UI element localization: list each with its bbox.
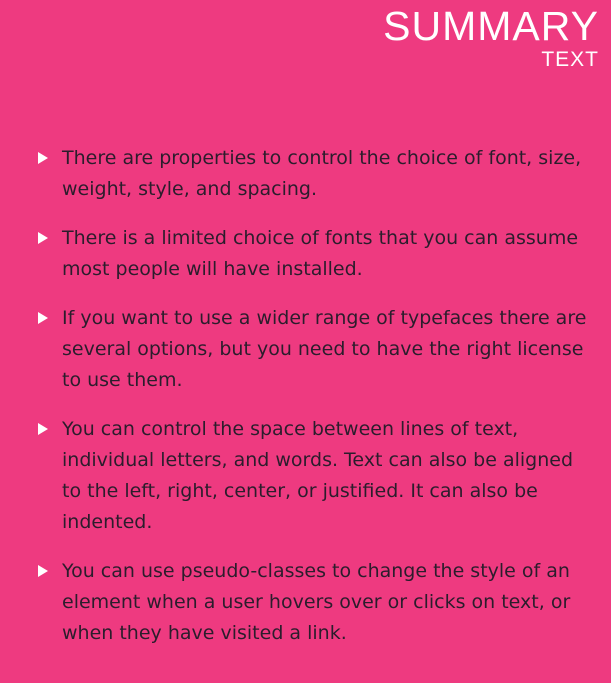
triangle-right-icon xyxy=(38,423,48,435)
list-item-text-line: If you want to use a wider range of type… xyxy=(62,307,587,329)
list-item: There is a limited choice of fonts that … xyxy=(0,223,611,285)
list-item-text-line: indented. xyxy=(62,511,153,533)
triangle-right-icon xyxy=(38,232,48,244)
list-item-text-line: most people will have installed. xyxy=(62,258,363,280)
list-item: You can control the space between lines … xyxy=(0,414,611,538)
triangle-right-icon xyxy=(38,312,48,324)
list-item: If you want to use a wider range of type… xyxy=(0,303,611,396)
list-item-text-line: to use them. xyxy=(62,369,183,391)
list-item-text-line: weight, style, and spacing. xyxy=(62,178,318,200)
list-item-text-line: There are properties to control the choi… xyxy=(62,147,582,169)
triangle-right-icon xyxy=(38,152,48,164)
list-item-text-line: There is a limited choice of fonts that … xyxy=(62,227,579,249)
list-item-text-line: individual letters, and words. Text can … xyxy=(62,449,574,471)
list-item: You can use pseudo-classes to change the… xyxy=(0,556,611,649)
list-item-text-line: several options, but you need to have th… xyxy=(62,338,584,360)
header: SUMMARY TEXT xyxy=(383,4,599,72)
page-subtitle: TEXT xyxy=(541,48,599,71)
list-item-text-line: You can use pseudo-classes to change the… xyxy=(62,560,570,582)
summary-list: There are properties to control the choi… xyxy=(0,143,611,667)
list-item-text-line: element when a user hovers over or click… xyxy=(62,591,571,613)
list-item: There are properties to control the choi… xyxy=(0,143,611,205)
triangle-right-icon xyxy=(38,565,48,577)
list-item-text-line: You can control the space between lines … xyxy=(62,418,519,440)
list-item-text-line: when they have visited a link. xyxy=(62,622,347,644)
page-title: SUMMARY xyxy=(383,3,599,49)
list-item-text-line: to the left, right, center, or justified… xyxy=(62,480,538,502)
